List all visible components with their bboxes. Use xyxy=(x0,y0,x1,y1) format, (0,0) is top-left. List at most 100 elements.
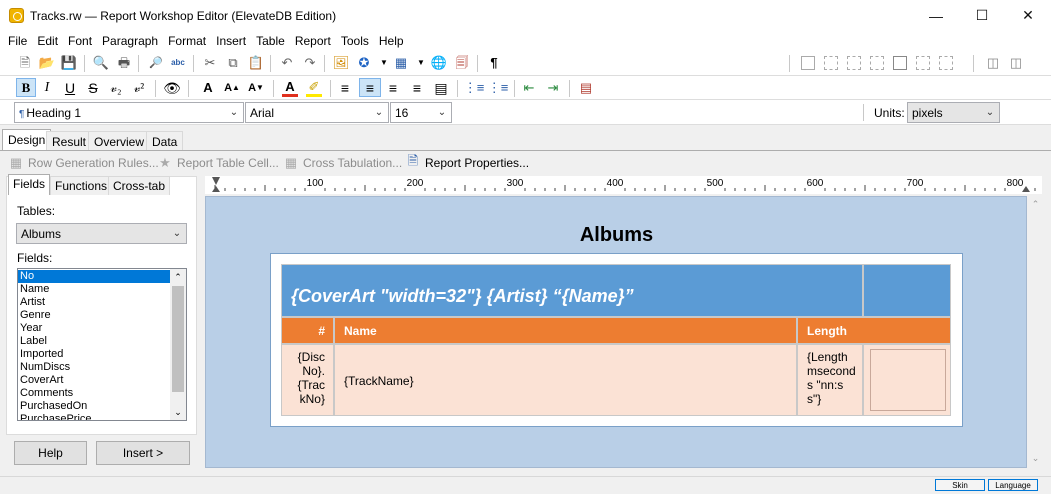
list-item[interactable]: NumDiscs xyxy=(18,361,170,374)
text-color-icon[interactable]: A xyxy=(197,80,219,96)
hide-text-icon[interactable]: 👁 xyxy=(163,80,181,96)
cell-length[interactable]: {Length mseconds "nn:ss"} xyxy=(797,344,863,416)
list-item[interactable]: Label xyxy=(18,335,170,348)
border-left-icon[interactable] xyxy=(939,56,953,70)
bold-icon[interactable]: B xyxy=(16,78,36,97)
find-icon[interactable]: 🔎 xyxy=(148,55,164,71)
col-header-num[interactable]: # xyxy=(281,317,334,344)
close-button[interactable]: ✕ xyxy=(1005,0,1051,31)
group-header-cell[interactable]: {CoverArt "width=32"} {Artist} “{Name}” xyxy=(281,264,863,317)
language-button[interactable]: Language xyxy=(988,479,1038,491)
highlight-icon[interactable]: ✐ xyxy=(306,79,322,97)
numbered-list-icon[interactable]: ⋮≡ xyxy=(488,80,509,96)
menu-paragraph[interactable]: Paragraph xyxy=(97,31,163,51)
tab-cross-tab[interactable]: Cross-tab xyxy=(108,176,171,195)
cell-disc-track[interactable]: {Disc No}.{Trac kNo} xyxy=(281,344,334,416)
tab-functions[interactable]: Functions xyxy=(50,176,113,195)
distribute-icon[interactable]: ▤ xyxy=(433,80,449,96)
fields-list[interactable]: No Name Artist Genre Year Label Imported… xyxy=(17,268,187,421)
paragraph-border-icon[interactable]: ▤ xyxy=(578,80,594,96)
skin-button[interactable]: Skin xyxy=(935,479,985,491)
col-header-name[interactable]: Name xyxy=(334,317,797,344)
font-color-icon[interactable]: A xyxy=(282,79,298,97)
insert-picture-icon[interactable]: 🖼 xyxy=(333,55,350,71)
cross-tabulation-button[interactable]: ▦ Cross Tabulation... xyxy=(283,154,402,172)
chevron-down-icon[interactable]: ⌄ xyxy=(170,225,184,242)
subscript-icon[interactable]: 𝓋₂ xyxy=(108,80,124,96)
list-item[interactable]: Comments xyxy=(18,387,170,400)
menu-file[interactable]: File xyxy=(3,31,32,51)
paste-icon[interactable]: 📋 xyxy=(248,55,264,71)
chevron-down-icon[interactable]: ⌄ xyxy=(983,104,997,121)
menu-font[interactable]: Font xyxy=(63,31,97,51)
chevron-down-icon[interactable]: ⌄ xyxy=(170,404,186,420)
list-item[interactable]: Genre xyxy=(18,309,170,322)
spellcheck-icon[interactable]: abc xyxy=(170,55,186,71)
column-split-icon[interactable]: ◫ xyxy=(985,55,1001,71)
border-none-icon[interactable] xyxy=(801,56,815,70)
font-size-combo[interactable]: 16 ⌄ xyxy=(390,102,452,123)
insert-object-icon[interactable]: ✪ xyxy=(356,55,372,71)
cut-icon[interactable]: ✂ xyxy=(202,55,218,71)
tab-result[interactable]: Result xyxy=(46,131,93,150)
tab-fields[interactable]: Fields xyxy=(8,174,51,195)
grow-font-icon[interactable]: A ▲ xyxy=(224,80,240,96)
shrink-font-icon[interactable]: A ▼ xyxy=(248,80,264,96)
list-item[interactable]: CoverArt xyxy=(18,374,170,387)
chevron-down-icon[interactable]: ⌄ xyxy=(227,104,241,121)
chevron-up-icon[interactable]: ⌃ xyxy=(170,269,186,285)
column-merge-icon[interactable]: ◫ xyxy=(1008,55,1024,71)
border-outside-icon[interactable] xyxy=(824,56,838,70)
border-inside-icon[interactable] xyxy=(847,56,861,70)
paragraph-style-combo[interactable]: ¶ Heading 1 ⌄ xyxy=(14,102,244,123)
bullet-list-icon[interactable]: ⋮≡ xyxy=(464,80,485,96)
row-generation-rules-button[interactable]: ▦ Row Generation Rules... xyxy=(8,154,159,172)
show-special-chars-icon[interactable]: ¶ xyxy=(486,55,502,71)
insert-table-icon[interactable]: ▦ xyxy=(393,55,409,71)
list-item[interactable]: Name xyxy=(18,283,170,296)
cell-empty[interactable] xyxy=(863,344,951,416)
menu-format[interactable]: Format xyxy=(163,31,211,51)
chevron-up-icon[interactable]: ⌃ xyxy=(1027,199,1044,211)
decrease-indent-icon[interactable]: ⇤ xyxy=(521,80,537,96)
list-item[interactable]: PurchasedOn xyxy=(18,400,170,413)
underline-icon[interactable]: U xyxy=(62,80,78,96)
insert-hyperlink-icon[interactable]: 🌐 xyxy=(431,55,447,71)
cell-track-name[interactable]: {TrackName} xyxy=(334,344,797,416)
report-properties-button[interactable]: 🗎 Report Properties... xyxy=(405,153,529,172)
border-box-icon[interactable] xyxy=(893,56,907,70)
justify-icon[interactable]: ≡ xyxy=(409,80,425,96)
chevron-down-icon[interactable]: ⌄ xyxy=(1027,453,1044,465)
tab-design[interactable]: Design xyxy=(2,129,52,150)
border-top-icon[interactable] xyxy=(870,56,884,70)
maximize-button[interactable]: ☐ xyxy=(959,0,1005,31)
chevron-down-icon[interactable]: ⌄ xyxy=(372,104,386,121)
list-item[interactable]: Year xyxy=(18,322,170,335)
menu-insert[interactable]: Insert xyxy=(211,31,251,51)
list-item[interactable]: PurchasePrice xyxy=(18,413,170,420)
report-title[interactable]: Albums xyxy=(270,224,963,247)
group-header-empty-cell[interactable] xyxy=(863,264,951,317)
minimize-button[interactable]: — xyxy=(913,0,959,31)
tables-combo[interactable]: Albums ⌄ xyxy=(16,223,187,244)
fields-scrollbar[interactable]: ⌃ ⌄ xyxy=(170,269,186,420)
save-icon[interactable]: 💾 xyxy=(61,55,77,71)
undo-icon[interactable]: ↶ xyxy=(279,55,295,71)
strikethrough-icon[interactable]: S xyxy=(85,80,101,96)
menu-help[interactable]: Help xyxy=(374,31,409,51)
col-header-length[interactable]: Length xyxy=(797,317,951,344)
help-button[interactable]: Help xyxy=(14,441,87,465)
chevron-down-icon[interactable]: ⌄ xyxy=(435,104,449,121)
menu-table[interactable]: Table xyxy=(251,31,290,51)
chevron-down-icon[interactable]: ▼ xyxy=(376,55,392,71)
redo-icon[interactable]: ↷ xyxy=(302,55,318,71)
units-combo[interactable]: pixels ⌄ xyxy=(907,102,1000,123)
chevron-down-icon[interactable]: ▼ xyxy=(413,55,429,71)
report-table-cell-button[interactable]: ★ Report Table Cell... xyxy=(157,154,279,172)
insert-page-break-icon[interactable]: 🗐 xyxy=(454,55,470,71)
border-bottom-icon[interactable] xyxy=(916,56,930,70)
font-name-combo[interactable]: Arial ⌄ xyxy=(245,102,389,123)
print-icon[interactable]: 🖶 xyxy=(116,55,132,71)
print-preview-icon[interactable]: 🔍 xyxy=(93,55,109,71)
open-folder-icon[interactable]: 📂 xyxy=(39,55,55,71)
